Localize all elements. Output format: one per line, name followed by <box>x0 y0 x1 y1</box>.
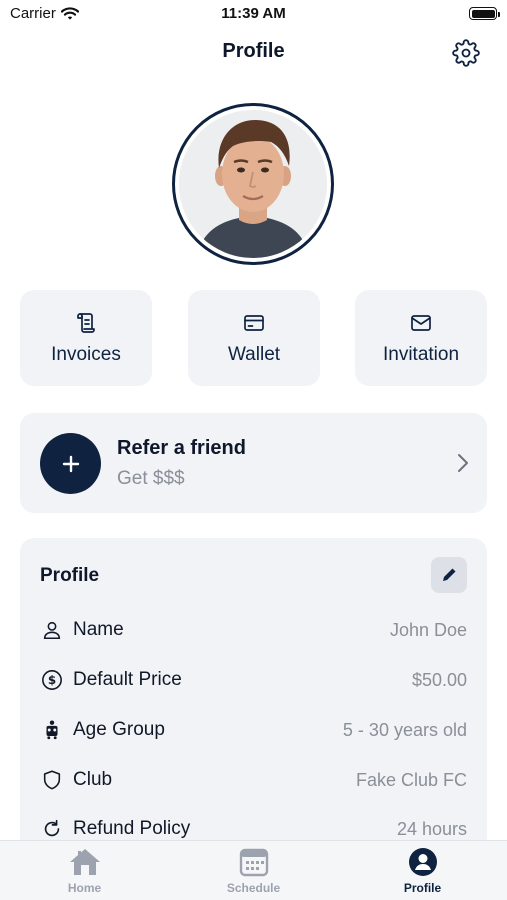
dollar-circle-icon: $ <box>40 668 64 692</box>
tab-bar: Home Schedule Profile <box>0 840 507 900</box>
refer-plus-button[interactable] <box>40 433 101 494</box>
row-value: 24 hours <box>396 818 467 839</box>
status-bar: Carrier 11:39 AM <box>0 0 507 30</box>
user-photo <box>179 110 327 258</box>
edit-profile-button[interactable] <box>431 557 467 593</box>
row-label: Age Group <box>73 719 165 740</box>
plus-icon <box>62 455 79 472</box>
tab-label: Home <box>67 881 102 895</box>
invoices-button[interactable]: Invoices <box>20 290 152 386</box>
row-value: $50.00 <box>411 669 467 690</box>
settings-button[interactable] <box>451 38 481 68</box>
profile-avatar[interactable] <box>172 103 334 265</box>
row-label: Default Price <box>73 669 182 690</box>
receipt-icon <box>77 312 95 333</box>
refresh-icon <box>40 817 64 841</box>
people-group-icon <box>40 718 64 742</box>
profile-row-age-group: Age Group 5 - 30 years old <box>40 715 467 745</box>
row-label: Club <box>73 769 113 790</box>
row-value: 5 - 30 years old <box>342 719 467 740</box>
row-value: John Doe <box>389 619 467 640</box>
page-title: Profile <box>222 40 285 62</box>
profile-row-name: Name John Doe <box>40 615 467 645</box>
chevron-right-icon <box>458 454 468 472</box>
row-value: Fake Club FC <box>355 769 467 790</box>
pencil-icon <box>443 568 456 581</box>
profile-card-title: Profile <box>40 565 100 586</box>
person-circle-icon <box>408 848 437 876</box>
refer-subtitle: Get $$$ <box>117 468 185 489</box>
profile-details-card: Profile Name John Doe $ Default Price $5… <box>20 538 487 858</box>
wallet-label: Wallet <box>227 343 281 365</box>
refer-a-friend-card[interactable]: Refer a friend Get $$$ <box>20 413 487 513</box>
battery-icon <box>469 7 500 20</box>
refer-title: Refer a friend <box>117 437 246 459</box>
row-label: Name <box>73 619 124 640</box>
invitation-label: Invitation <box>382 343 460 365</box>
profile-row-default-price: $ Default Price $50.00 <box>40 665 467 695</box>
credit-card-icon <box>244 314 264 331</box>
profile-row-club: Club Fake Club FC <box>40 765 467 795</box>
invitation-button[interactable]: Invitation <box>355 290 487 386</box>
invoices-label: Invoices <box>51 343 121 365</box>
status-time: 11:39 AM <box>221 5 286 22</box>
avatar-photo <box>179 110 327 258</box>
svg-text:$: $ <box>48 673 56 687</box>
tab-label: Profile <box>403 881 442 895</box>
calendar-icon <box>239 848 268 877</box>
wallet-button[interactable]: Wallet <box>188 290 320 386</box>
tab-label: Schedule <box>226 881 281 895</box>
home-icon <box>69 849 100 875</box>
row-label: Refund Policy <box>73 818 191 839</box>
shield-icon <box>40 768 64 792</box>
tab-schedule[interactable]: Schedule <box>169 841 338 900</box>
tab-profile[interactable]: Profile <box>338 841 507 900</box>
envelope-icon <box>411 314 431 331</box>
person-icon <box>40 618 64 642</box>
gear-icon <box>452 39 480 67</box>
tab-home[interactable]: Home <box>0 841 169 900</box>
